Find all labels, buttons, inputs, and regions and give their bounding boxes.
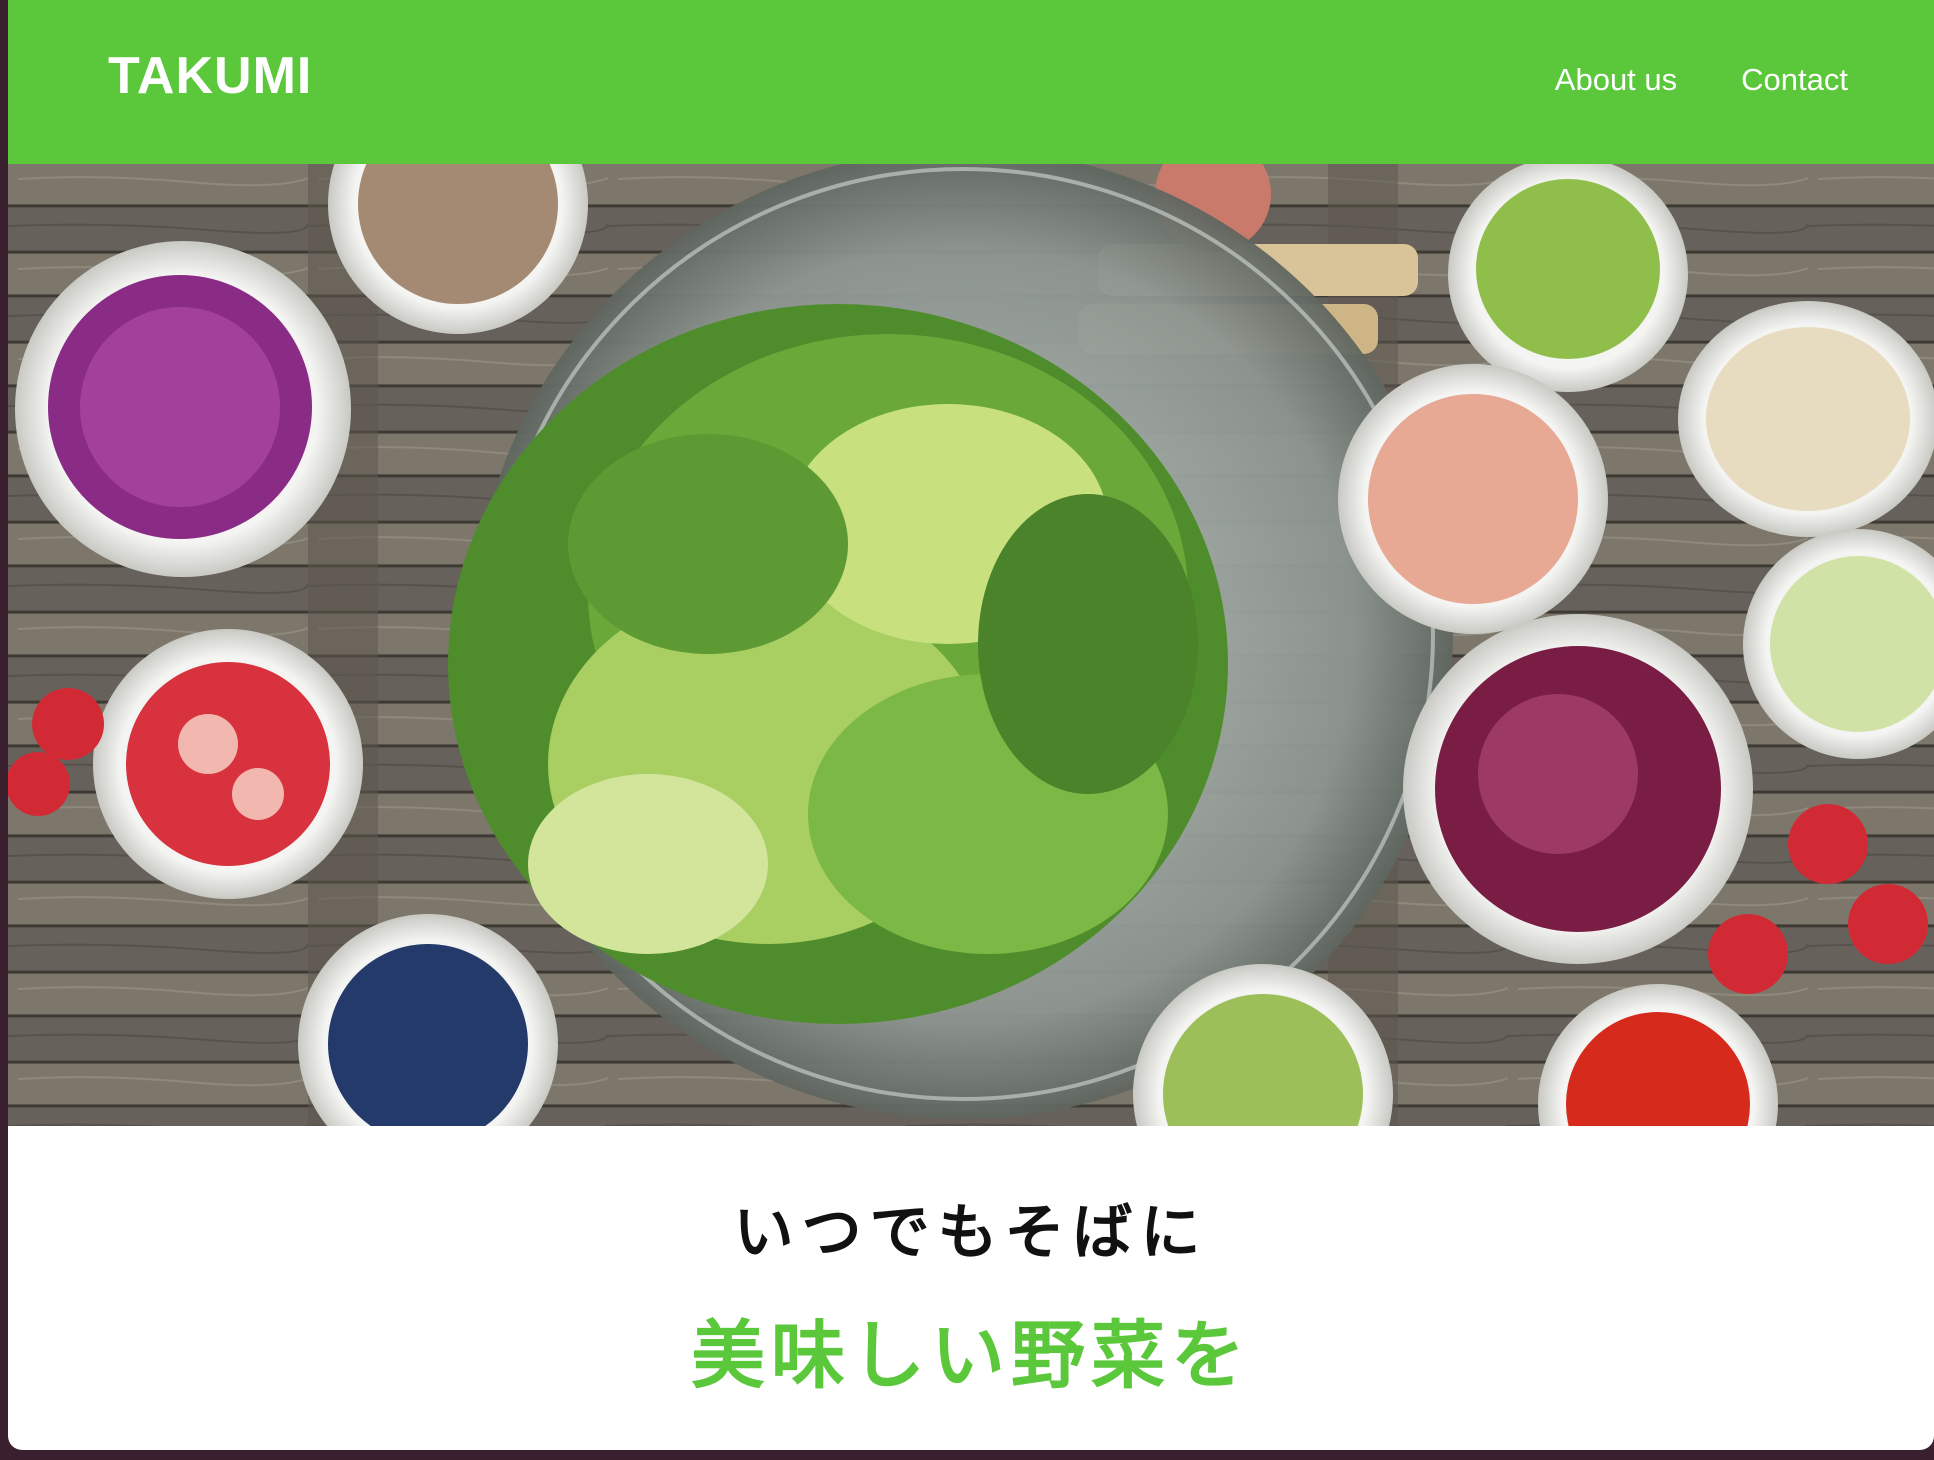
tagline-secondary: 美味しい野菜を (691, 1313, 1251, 1399)
browser-page: TAKUMI About us Contact いつでもそばに 美味しい野菜を (8, 0, 1934, 1450)
nav-contact-link[interactable]: Contact (1741, 62, 1848, 98)
salad-photo-illustration (8, 164, 1934, 1126)
tagline-primary: いつでもそばに (733, 1198, 1209, 1268)
nav-about-us-link[interactable]: About us (1555, 62, 1677, 98)
hero-image (8, 164, 1934, 1126)
site-header: TAKUMI About us Contact (8, 0, 1934, 164)
green-salad (448, 304, 1228, 1024)
main-nav: About us Contact (1555, 62, 1848, 98)
tagline-section: いつでもそばに 美味しい野菜を (8, 1126, 1934, 1450)
brand-logo[interactable]: TAKUMI (108, 46, 312, 106)
strawberry (32, 688, 104, 760)
